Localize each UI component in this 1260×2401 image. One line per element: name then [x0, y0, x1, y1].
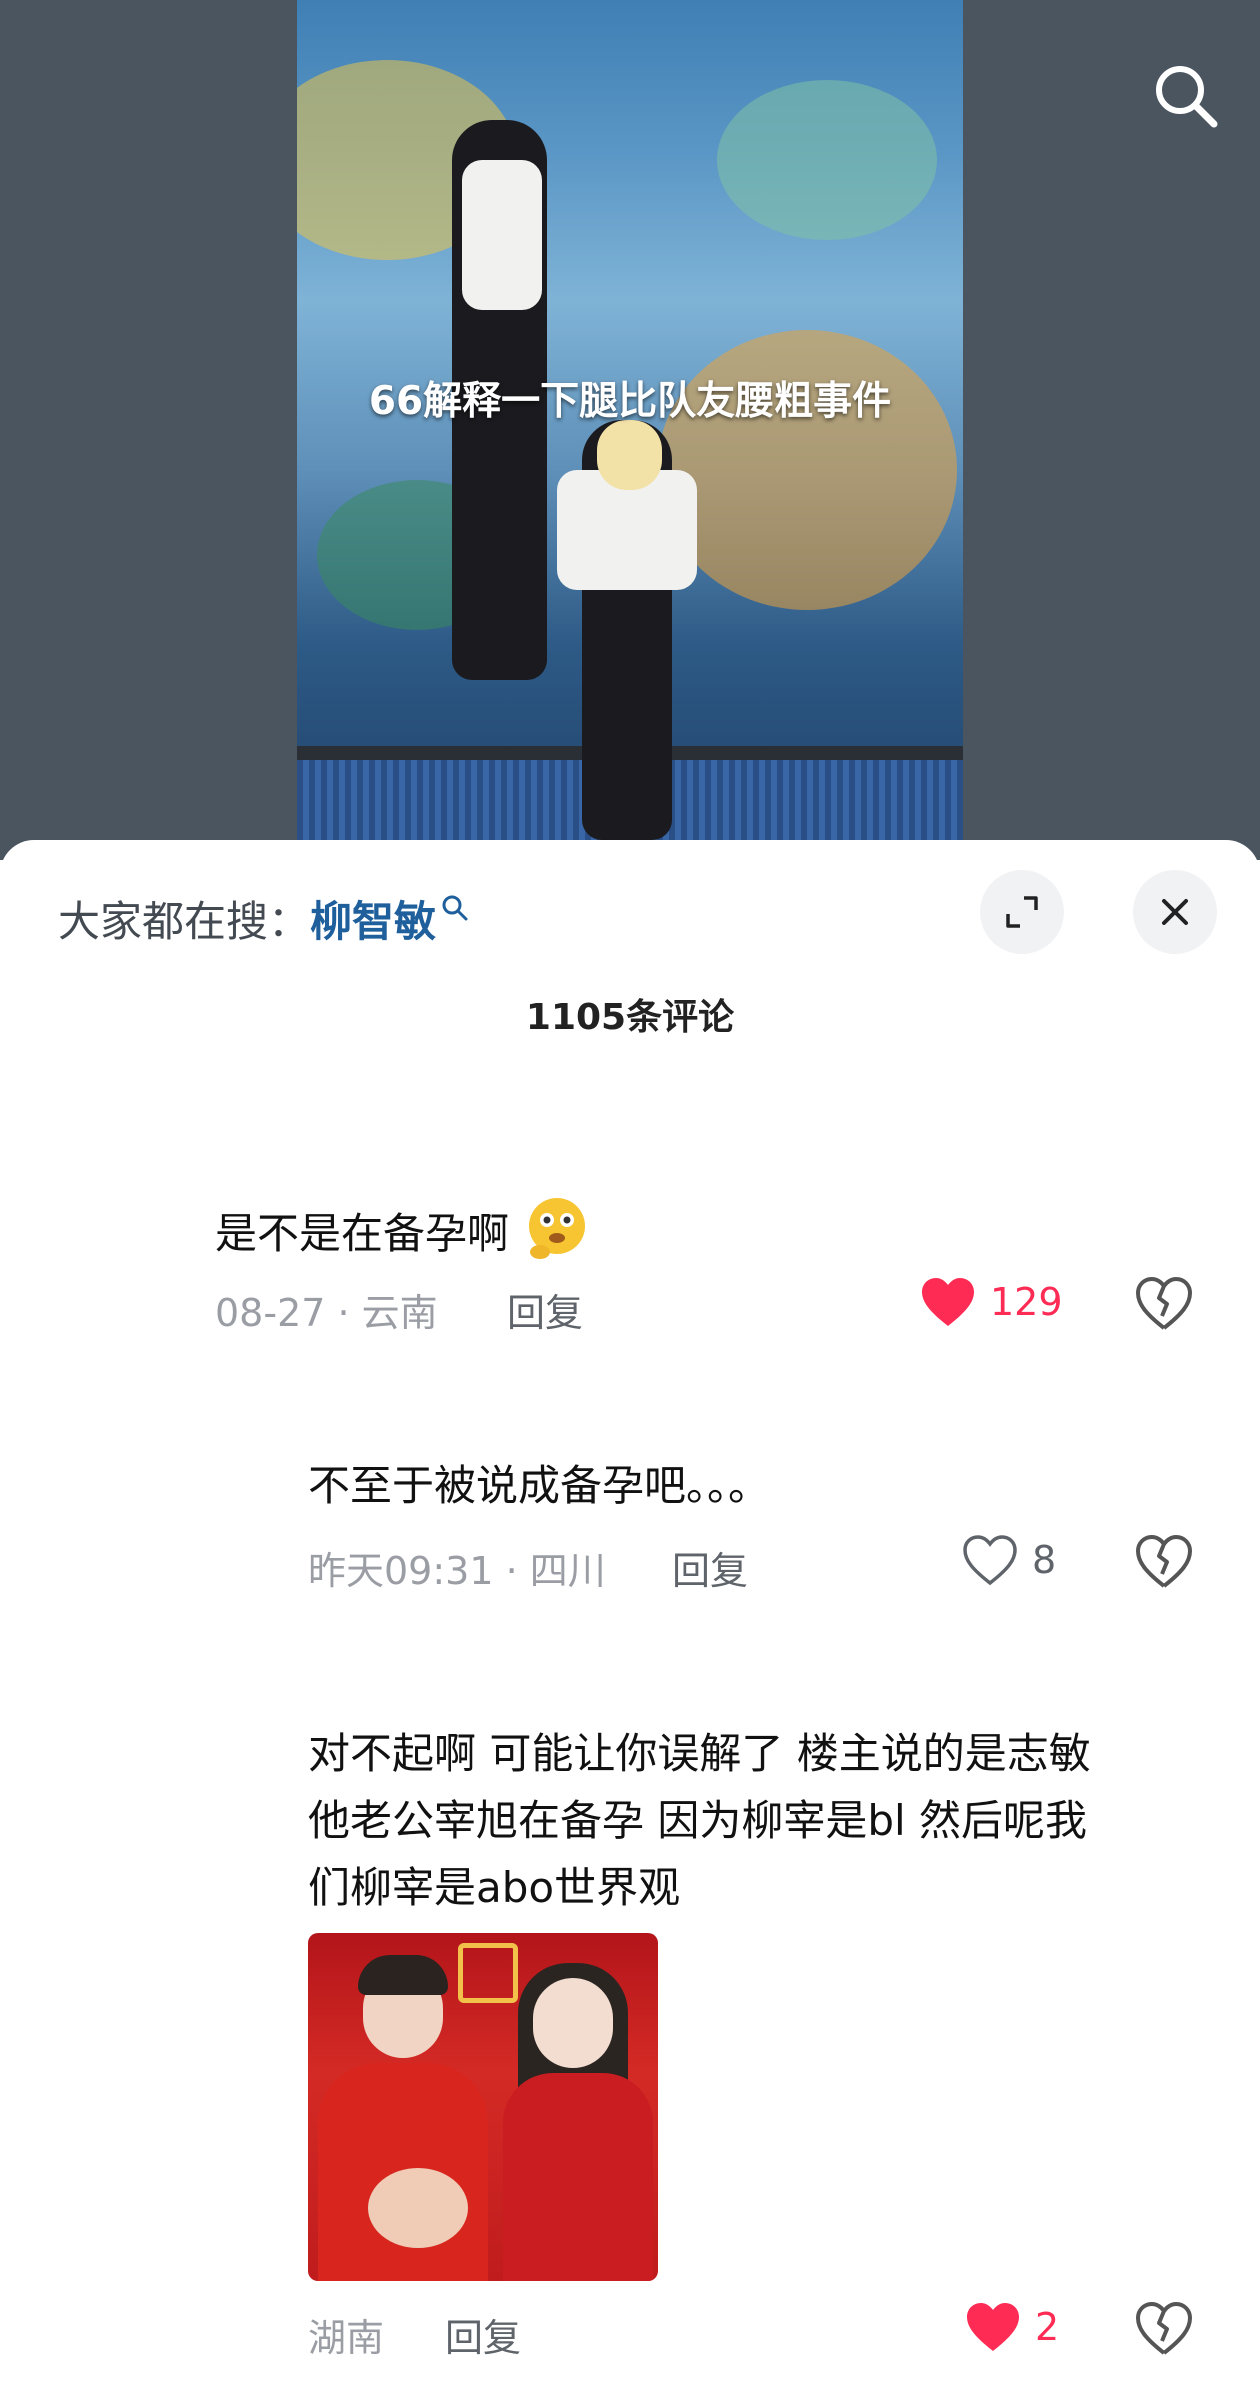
trending-keyword[interactable]: 柳智敏 — [310, 897, 436, 946]
video-caption: 66解释一下腿比队友腰粗事件 — [368, 379, 892, 424]
like-count: 129 — [990, 1280, 1063, 1324]
search-icon — [440, 884, 470, 933]
comment-image[interactable] — [308, 1933, 658, 2281]
expand-button[interactable] — [980, 870, 1064, 954]
like-count: 2 — [1035, 2305, 1060, 2349]
person-right-body — [503, 2073, 653, 2281]
dislike-button[interactable] — [1134, 2301, 1194, 2361]
comment-text: 是不是在备孕啊 — [215, 1194, 592, 1279]
like-button[interactable]: 2 — [965, 2301, 1059, 2353]
like-count: 8 — [1032, 1538, 1057, 1582]
broken-heart-icon — [1136, 1535, 1192, 1588]
trending-label: 大家都在搜： — [58, 897, 311, 946]
person-left-belly — [368, 2168, 468, 2248]
comment-meta: 湖南 — [308, 2316, 385, 2360]
comment-sheet: 大家都在搜：柳智敏 1105条评论 是不是在备孕啊 08-27 · 云南 回复 … — [0, 840, 1260, 2401]
heart-icon — [963, 1535, 1017, 1586]
thinking-emoji-icon — [522, 1194, 592, 1279]
decor-symbol — [458, 1943, 518, 2003]
trending-search[interactable]: 大家都在搜：柳智敏 — [58, 888, 470, 949]
video-frame[interactable]: 66解释一下腿比队友腰粗事件 — [297, 0, 963, 860]
comment-body: 不至于被说成备孕吧。。。 — [308, 1461, 771, 1510]
person-right-face — [533, 1978, 613, 2068]
comment-line: 对不起啊 可能让你误解了 楼主说的是志敏 — [308, 1729, 1091, 1778]
comment-meta: 08-27 · 云南 — [215, 1291, 438, 1335]
dislike-button[interactable] — [1134, 1534, 1194, 1594]
reply-button[interactable]: 回复 — [672, 1540, 748, 1595]
search-button[interactable] — [1150, 60, 1222, 132]
heart-icon — [967, 2303, 1019, 2351]
broken-heart-icon — [1136, 1277, 1192, 1330]
performer-left-top — [462, 160, 542, 310]
comment-count: 1105条评论 — [525, 997, 735, 1038]
background-blob — [717, 80, 937, 240]
like-button[interactable]: 129 — [920, 1276, 1063, 1328]
video-player[interactable]: 66解释一下腿比队友腰粗事件 — [0, 0, 1260, 860]
broken-heart-icon — [1136, 2302, 1192, 2355]
close-button[interactable] — [1133, 870, 1217, 954]
comment-body: 对不起啊 可能让你误解了 楼主说的是志敏 他老公宰旭在备孕 因为柳宰是bl 然后… — [308, 1720, 1091, 1921]
reply-button[interactable]: 回复 — [507, 1282, 583, 1337]
reply-button[interactable]: 回复 — [445, 2307, 521, 2362]
comment-line: 他老公宰旭在备孕 因为柳宰是bl 然后呢我 — [308, 1796, 1088, 1845]
comment-line: 们柳宰是abo世界观 — [308, 1863, 681, 1912]
comment-body: 是不是在备孕啊 — [215, 1209, 510, 1258]
expand-icon — [1006, 896, 1038, 928]
person-left-hair — [358, 1955, 448, 1995]
heart-icon — [922, 1278, 974, 1326]
close-icon — [1162, 899, 1188, 925]
search-icon — [1156, 66, 1218, 128]
comment-meta: 昨天09:31 · 四川 — [308, 1549, 606, 1593]
performer-right-hair — [597, 420, 662, 490]
dislike-button[interactable] — [1134, 1276, 1194, 1336]
like-button[interactable]: 8 — [962, 1534, 1056, 1586]
